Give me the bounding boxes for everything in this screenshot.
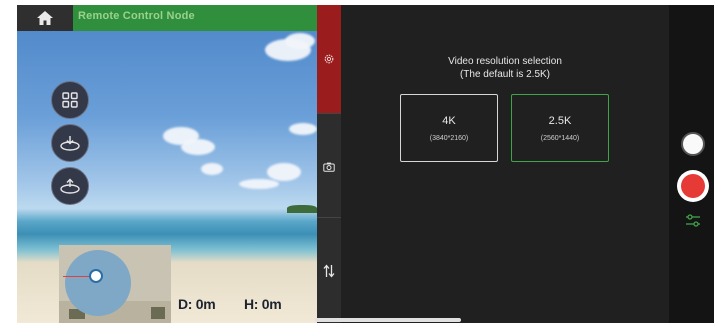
grid-button[interactable] <box>51 81 89 119</box>
landing-icon <box>60 136 80 151</box>
landing-button[interactable] <box>51 124 89 162</box>
grid-icon <box>62 92 78 108</box>
home-button[interactable] <box>17 5 73 31</box>
control-rail <box>669 5 714 323</box>
gear-icon <box>324 54 334 64</box>
takeoff-button[interactable] <box>51 167 89 205</box>
resolution-title-line: Video resolution selection <box>448 56 562 67</box>
drone-position-marker <box>89 269 103 283</box>
record-dot <box>681 174 705 198</box>
sliders-icon[interactable] <box>685 214 701 228</box>
record-button[interactable] <box>677 170 709 202</box>
camera-icon <box>323 162 335 172</box>
resolution-selection-title: Video resolution selection (The default … <box>341 55 669 81</box>
option-dimensions: (3840*2160) <box>429 135 469 142</box>
up-down-arrows-icon <box>323 264 335 278</box>
home-icon <box>37 11 53 25</box>
app-screen: Remote Control Node D: 0m H: 0m Video re… <box>0 0 714 326</box>
page-title: Remote Control Node <box>78 10 195 22</box>
option-label: 4K <box>442 115 456 127</box>
home-indicator[interactable] <box>315 318 461 322</box>
range-circle <box>65 250 131 316</box>
tab-transfer[interactable] <box>317 217 341 323</box>
tab-camera[interactable] <box>317 113 341 217</box>
mini-map[interactable] <box>59 245 171 323</box>
resolution-option-4k[interactable]: 4K (3840*2160) <box>400 94 498 162</box>
resolution-option-2-5k[interactable]: 2.5K (2560*1440) <box>511 94 609 162</box>
height-readout: H: 0m <box>244 296 282 312</box>
option-dimensions: (2560*1440) <box>540 135 580 142</box>
distance-readout: D: 0m <box>178 296 216 312</box>
photo-shutter-button[interactable] <box>681 132 705 156</box>
option-label: 2.5K <box>548 115 572 127</box>
tab-settings[interactable] <box>317 5 341 113</box>
settings-panel <box>341 5 669 323</box>
takeoff-icon <box>60 178 80 194</box>
resolution-default-note: (The default is 2.5K) <box>459 69 551 80</box>
